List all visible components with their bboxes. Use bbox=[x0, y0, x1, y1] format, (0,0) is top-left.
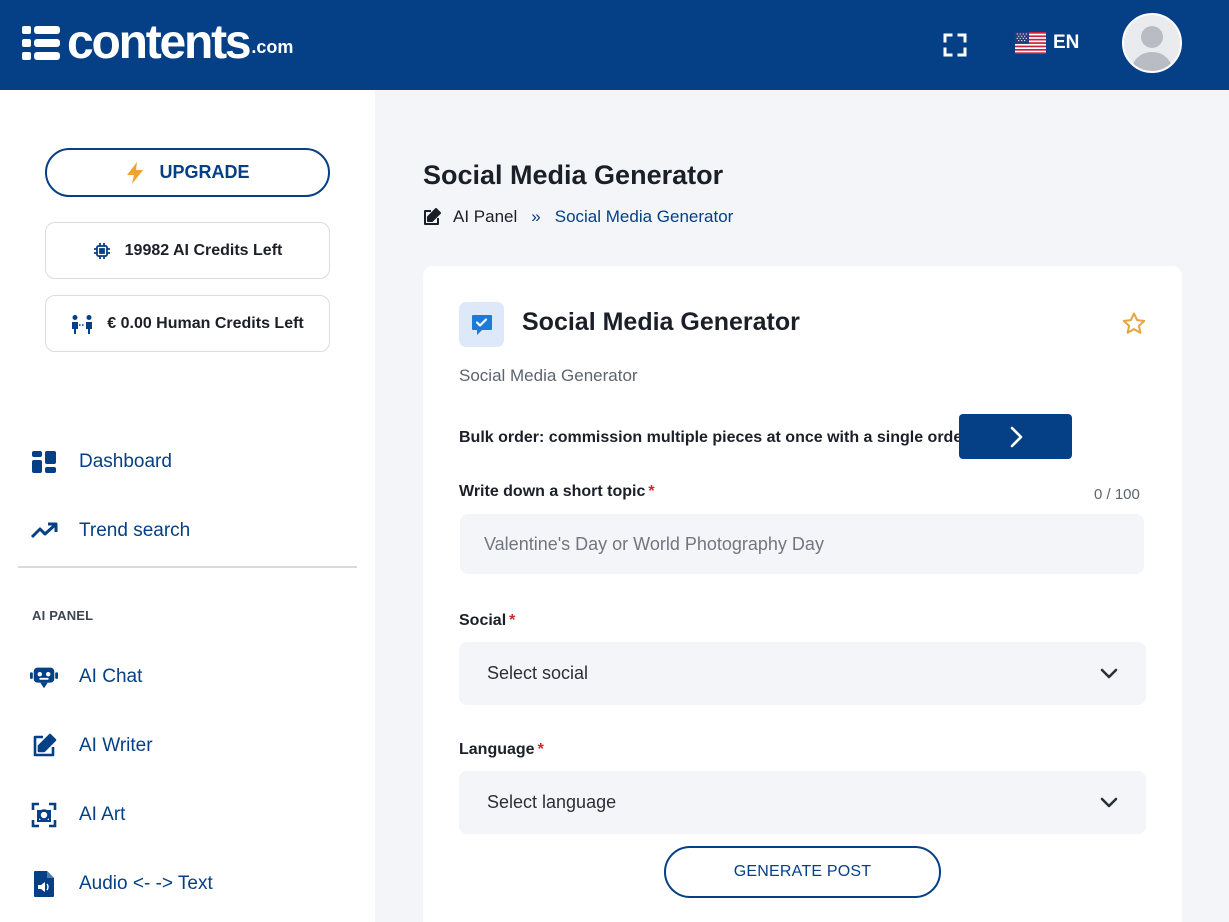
language-selector[interactable]: EN bbox=[1015, 32, 1079, 54]
edit-icon bbox=[30, 732, 58, 760]
sidebar-item-dashboard[interactable]: Dashboard bbox=[30, 448, 172, 476]
chevron-down-icon bbox=[1100, 668, 1118, 678]
social-select-value: Select social bbox=[487, 663, 589, 683]
language-select-value: Select language bbox=[487, 792, 617, 812]
user-avatar[interactable] bbox=[1122, 13, 1182, 73]
audio-file-icon bbox=[30, 870, 58, 898]
upgrade-button[interactable]: UPGRADE bbox=[45, 148, 330, 197]
sidebar-item-label: Dashboard bbox=[79, 451, 172, 472]
upgrade-label: UPGRADE bbox=[159, 162, 250, 182]
required-asterisk: * bbox=[648, 483, 655, 500]
dashboard-icon bbox=[30, 448, 58, 476]
human-credits-box: € 0.00 Human Credits Left bbox=[45, 295, 330, 352]
fullscreen-icon bbox=[943, 33, 967, 57]
card-subtitle: Social Media Generator bbox=[459, 366, 638, 385]
sidebar-item-label: Audio <- -> Text bbox=[79, 873, 213, 894]
us-flag-icon bbox=[1015, 32, 1046, 54]
breadcrumb: AI Panel » Social Media Generator bbox=[423, 207, 733, 227]
sidebar-divider bbox=[18, 566, 357, 568]
breadcrumb-ai-panel[interactable]: AI Panel bbox=[453, 207, 517, 227]
sidebar-item-trend-search[interactable]: Trend search bbox=[30, 517, 190, 545]
sidebar-item-label: AI Writer bbox=[79, 735, 153, 756]
camera-icon bbox=[30, 801, 58, 829]
chip-icon bbox=[93, 242, 110, 259]
topic-input[interactable] bbox=[460, 514, 1144, 574]
people-icon bbox=[72, 314, 93, 334]
language-label: Language * bbox=[459, 741, 544, 758]
ai-credits-text: 19982 AI Credits Left bbox=[124, 241, 283, 259]
list-logo-icon bbox=[22, 26, 60, 60]
required-asterisk: * bbox=[509, 612, 516, 629]
sidebar-item-audio-text[interactable]: Audio <- -> Text bbox=[30, 870, 213, 898]
sidebar-item-ai-art[interactable]: AI Art bbox=[30, 801, 125, 829]
sidebar: UPGRADE 19982 AI Credits Left € 0.00 Hum… bbox=[0, 90, 375, 922]
top-bar: contents .com EN bbox=[0, 0, 1229, 90]
fullscreen-button[interactable] bbox=[941, 31, 969, 59]
topic-label: Write down a short topic * bbox=[459, 483, 655, 500]
language-select[interactable]: Select language bbox=[459, 771, 1146, 834]
favorite-button[interactable] bbox=[1122, 312, 1146, 340]
ai-credits-box: 19982 AI Credits Left bbox=[45, 222, 330, 279]
chevron-down-icon bbox=[1100, 797, 1118, 807]
card-title: Social Media Generator bbox=[522, 308, 800, 336]
human-credits-text: € 0.00 Human Credits Left bbox=[107, 314, 304, 332]
logo-text: contents bbox=[67, 16, 252, 69]
logo-suffix: .com bbox=[251, 37, 294, 57]
social-select[interactable]: Select social bbox=[459, 642, 1146, 705]
breadcrumb-separator: » bbox=[531, 207, 541, 226]
sidebar-item-label: AI Art bbox=[79, 804, 126, 825]
generator-card: Social Media Generator Social Media Gene… bbox=[423, 266, 1182, 922]
required-asterisk: * bbox=[537, 741, 544, 758]
lightning-icon bbox=[127, 161, 144, 184]
user-avatar-icon bbox=[1131, 26, 1173, 71]
topic-char-counter: 0 / 100 bbox=[1094, 486, 1140, 503]
generate-post-button[interactable]: GENERATE POST bbox=[664, 846, 941, 898]
sidebar-item-label: Trend search bbox=[79, 520, 191, 541]
chevron-right-icon bbox=[1010, 426, 1022, 447]
sidebar-item-ai-chat[interactable]: AI Chat bbox=[30, 663, 142, 691]
chat-check-icon bbox=[459, 302, 504, 347]
sidebar-item-ai-writer[interactable]: AI Writer bbox=[30, 732, 153, 760]
star-icon bbox=[1122, 312, 1146, 334]
edit-icon bbox=[424, 208, 441, 225]
sidebar-item-label: AI Chat bbox=[79, 666, 143, 687]
logo[interactable]: contents .com bbox=[22, 14, 294, 69]
breadcrumb-current[interactable]: Social Media Generator bbox=[555, 207, 734, 227]
bulk-order-button[interactable] bbox=[959, 414, 1072, 459]
trend-icon bbox=[30, 517, 58, 545]
social-label: Social * bbox=[459, 612, 516, 629]
section-label-ai-panel: AI PANEL bbox=[32, 608, 94, 623]
robot-icon bbox=[30, 663, 58, 691]
page-title: Social Media Generator bbox=[423, 160, 724, 190]
language-label: EN bbox=[1053, 32, 1080, 53]
bulk-order-text: Bulk order: commission multiple pieces a… bbox=[459, 429, 973, 446]
